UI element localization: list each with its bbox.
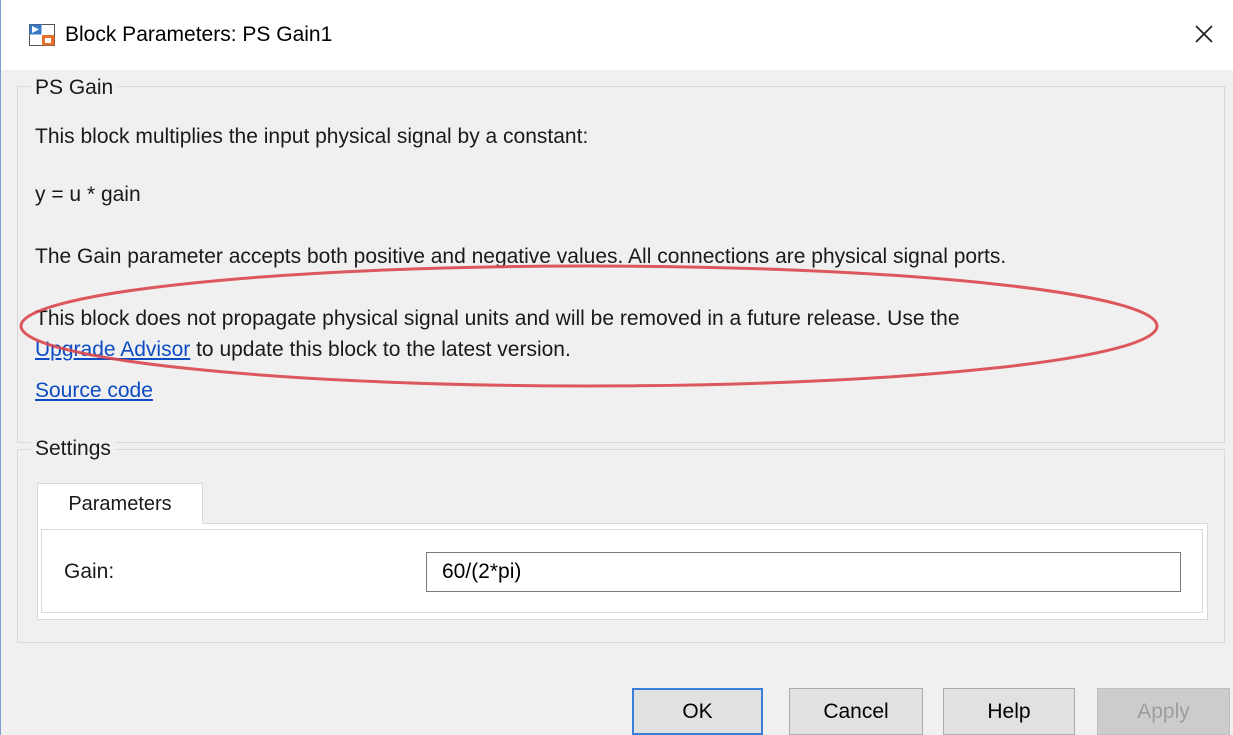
apply-button[interactable]: Apply	[1097, 688, 1230, 735]
tab-parameters[interactable]: Parameters	[37, 483, 203, 524]
description-line: The Gain parameter accepts both positive…	[35, 245, 1007, 268]
upgrade-advisor-link[interactable]: Upgrade Advisor	[35, 338, 190, 361]
warning-suffix-text: to update this block to the latest versi…	[190, 338, 571, 361]
gain-input[interactable]	[426, 552, 1181, 592]
source-code-link[interactable]: Source code	[35, 379, 153, 403]
description-line: This block multiplies the input physical…	[35, 125, 589, 148]
help-button[interactable]: Help	[943, 688, 1075, 735]
block-parameters-dialog: Block Parameters: PS Gain1 PS Gain This …	[0, 0, 1233, 735]
cancel-button[interactable]: Cancel	[789, 688, 923, 735]
settings-group-legend: Settings	[31, 437, 115, 461]
window-title: Block Parameters: PS Gain1	[65, 23, 333, 46]
gain-label: Gain:	[64, 560, 115, 583]
description-group-legend: PS Gain	[31, 76, 118, 100]
close-icon[interactable]	[1187, 17, 1221, 51]
deprecation-warning-line2: Upgrade Advisor to update this block to …	[35, 338, 571, 362]
title-bar[interactable]: Block Parameters: PS Gain1	[1, 0, 1233, 70]
deprecation-warning-text: This block does not propagate physical s…	[35, 307, 960, 330]
simulink-block-icon	[29, 24, 55, 46]
equation-text: y = u * gain	[35, 183, 141, 206]
ok-button[interactable]: OK	[632, 688, 763, 735]
